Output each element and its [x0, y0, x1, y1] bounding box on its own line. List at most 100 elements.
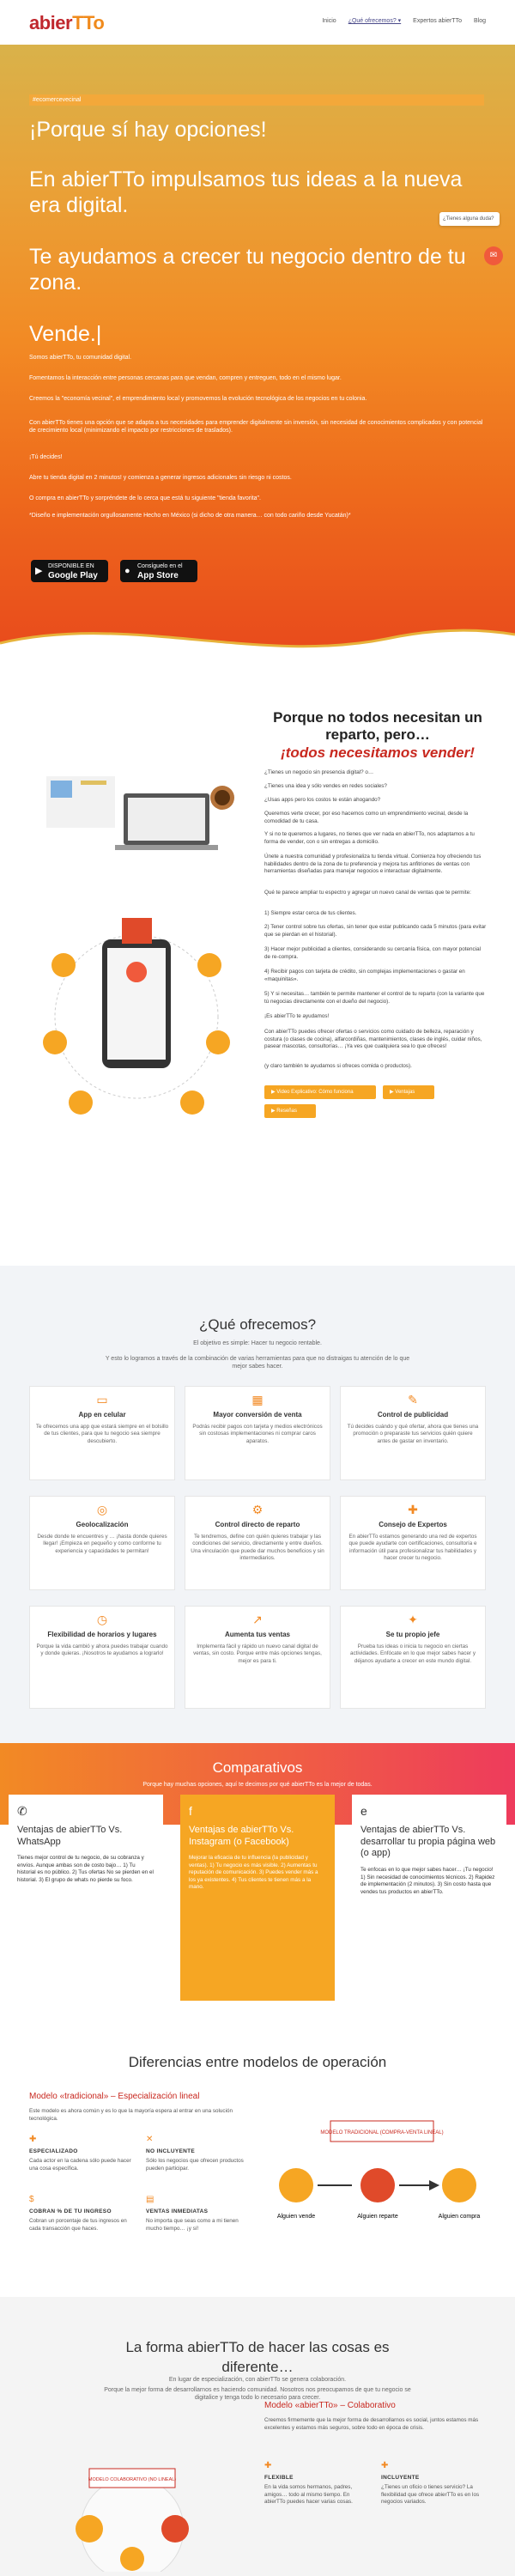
comparison-instagram: f Ventajas de abierTTo Vs. Instagram (o … — [180, 1795, 335, 2001]
offer-card: ▦ Mayor conversión de venta Podrás recib… — [185, 1386, 330, 1480]
section2-line: Qué te parece ampliar tu espectro y agre… — [264, 890, 471, 896]
card-payment-icon: ▦ — [251, 1393, 264, 1406]
offer-card: ✚ Consejo de Expertos En abierTTo estamo… — [340, 1496, 486, 1590]
comparisons-section: Comparativos Porque hay muchas opciones,… — [0, 1743, 515, 2022]
abiertto-way-title: La forma abierTTo de hacer las cosas es d… — [125, 2339, 390, 2375]
feature-item: ✕ NO INCLUYENTE Sólo los negocios que of… — [146, 2134, 249, 2172]
section2-line: 4) Recibir pagos con tarjeta de crédito,… — [264, 969, 465, 982]
hero-heading-1: ¡Porque sí hay opciones! — [29, 118, 267, 142]
offerings-sub-1: El objetivo es simple: Hacer tu negocio … — [193, 1340, 322, 1346]
traditional-diagram-title: MODELO TRADICIONAL (COMPRA-VENTA LINEAL) — [320, 2130, 443, 2136]
boss-icon: ✦ — [408, 1613, 418, 1626]
feature-item: ✚ INCLUYENTE ¿Tienes un oficio o tienes … — [381, 2460, 484, 2506]
comparisons-title: Comparativos — [212, 1759, 303, 1776]
hero-kicker: #ecomercevecinal — [29, 94, 484, 106]
offer-card: ↗ Aumenta tus ventas Implementa fácil y … — [185, 1606, 330, 1709]
offer-card: ✦ Se tu propio jefe Prueba tus ideas o i… — [340, 1606, 486, 1709]
comparison-whatsapp: ✆ Ventajas de abierTTo Vs. WhatsApp Tien… — [9, 1795, 163, 2001]
growth-icon: ↗ — [252, 1613, 263, 1626]
hero-text-8: *Diseño e implementación orgullosamente … — [29, 513, 351, 519]
nav-links: Inicio ¿Qué ofrecemos? ▾ Expertos abierT… — [322, 17, 486, 25]
traditional-model-diagram: MODELO TRADICIONAL (COMPRA-VENTA LINEAL)… — [277, 2120, 481, 2220]
site-logo[interactable]: abierTTo — [29, 10, 105, 36]
plus-icon: ✚ — [264, 2461, 272, 2470]
nav-link-blog[interactable]: Blog — [474, 17, 486, 25]
offer-card: ◷ Flexibilidad de horarios y lugares Por… — [29, 1606, 175, 1709]
hero-text-1: Somos abierTTo, tu comunidad digital. — [29, 355, 132, 361]
collaborative-diagram-title: MODELO COLABORATIVO (NO LINEAL) — [88, 2477, 176, 2482]
offer-card: ◎ Geolocalización Desde donde te encuent… — [29, 1496, 175, 1590]
section2-line: 2) Tener control sobre tus ofertas, sin … — [264, 924, 487, 938]
nav-link-que-ofrecemos[interactable]: ¿Qué ofrecemos? ▾ — [348, 17, 401, 25]
hero-text-3: Creemos la "economía vecinal", el empren… — [29, 396, 367, 402]
offerings-sub-2: Y esto lo logramos a través de la combin… — [105, 1356, 410, 1370]
abiertto-way-sub-1: En lugar de especialización, con abierTT… — [168, 2377, 347, 2383]
hero-wave-divider — [0, 629, 515, 665]
operation-models-section: Diferencias entre modelos de operación M… — [0, 2022, 515, 2297]
section2-line: ¡Es abierTTo te ayudamos! — [264, 1013, 330, 1019]
apple-icon: ● — [124, 566, 130, 576]
section2-line: (y claro también te ayudamos si ofreces … — [264, 1063, 412, 1069]
offer-card: ✎ Control de publicidad Tú decides cuánd… — [340, 1386, 486, 1480]
section2-line: ¿Usas apps pero los costos te están ahog… — [264, 797, 381, 803]
clock-icon: ◷ — [96, 1613, 108, 1626]
feature-item: $ COBRAN % DE TU INGRESO Cobran un porce… — [29, 2194, 132, 2233]
hero-text-7: O compra en abierTTo y sorpréndete de lo… — [29, 495, 261, 501]
hero-heading-2: En abierTTo impulsamos tus ideas a la nu… — [29, 167, 463, 217]
app-store-badge[interactable]: ● Consíguelo en el App Store — [120, 560, 197, 582]
hero-section: #ecomercevecinal ¡Porque sí hay opciones… — [0, 45, 515, 665]
sales-icon: ▤ — [146, 2195, 154, 2204]
section2-line: ¿Tienes una idea y sólo vendes en redes … — [264, 783, 387, 789]
nav-link-inicio[interactable]: Inicio — [322, 17, 336, 25]
hero-text-4: Con abierTTo tienes una opción que se ad… — [29, 420, 483, 434]
section2-title: Porque no todos necesitan un reparto, pe… — [273, 709, 482, 761]
diagram-label-vende: Alguien vende — [277, 2214, 315, 2220]
web-icon: e — [360, 1804, 367, 1818]
diagram-label-compra: Alguien compra — [439, 2214, 481, 2220]
business-illustration — [43, 776, 234, 1115]
facebook-icon: f — [189, 1804, 192, 1818]
hero-heading-3: Te ayudamos a crecer tu negocio dentro d… — [29, 245, 466, 295]
nav-link-expertos[interactable]: Expertos abierTTo — [413, 17, 462, 25]
traditional-intro: Este modelo es ahora común y es lo que l… — [29, 2108, 233, 2122]
collaborative-intro: Creemos firmemente que la mejor forma de… — [264, 2417, 479, 2431]
hero-text-2: Fomentamos la interacción entre personas… — [29, 375, 342, 381]
section2-line: Y si no te queremos a lugares, no tienes… — [264, 831, 475, 845]
chat-prompt[interactable]: ¿Tienes alguna duda? — [439, 212, 500, 226]
section2-line: 3) Hacer mejor publicidad a clientes, co… — [264, 946, 482, 960]
ventajas-button[interactable]: ▶ Ventajas — [383, 1085, 434, 1099]
collaborative-model-title: Modelo «abierTTo» – Colaborativo — [264, 2401, 396, 2410]
feature-item: ▤ VENTAS INMEDIATAS No importa que seas … — [146, 2194, 249, 2233]
google-play-icon: ▶ — [35, 566, 43, 576]
feature-item: ✚ FLEXIBLE En la vida somos hermanos, pa… — [264, 2460, 367, 2506]
comparison-website: e Ventajas de abierTTo Vs. desarrollar t… — [352, 1795, 506, 2001]
video-explainer-button[interactable]: ▶ Video Explicativo: Cómo funciona — [264, 1085, 376, 1099]
pencil-icon: ✎ — [408, 1393, 418, 1406]
plus-icon: ✚ — [29, 2135, 37, 2144]
offer-card: ▭ App en celular Te ofrecemos una app qu… — [29, 1386, 175, 1480]
google-play-badge[interactable]: ▶ DISPONIBLE EN Google Play — [31, 560, 108, 582]
chat-bubble-icon[interactable]: ✉ — [484, 246, 503, 265]
why-sell-section: Porque no todos necesitan un reparto, pe… — [0, 665, 515, 1266]
hero-text-5: ¡Tú decides! — [29, 454, 63, 460]
section2-line: Queremos verte crecer, por eso hacemos c… — [264, 811, 469, 824]
models-title: Diferencias entre modelos de operación — [128, 2054, 387, 2070]
section2-line: Únete a nuestra comunidad y profesionali… — [264, 854, 482, 874]
offer-card: ⚙ Control directo de reparto Te tendremo… — [185, 1496, 330, 1590]
section2-line: 1) Siempre estar cerca de tus clientes. — [264, 910, 357, 916]
collaborative-model-diagram: MODELO COLABORATIVO (NO LINEAL) — [76, 2468, 189, 2572]
cross-icon: ✕ — [146, 2135, 154, 2144]
plus-icon: ✚ — [381, 2461, 389, 2470]
section2-line: 5) Y si necesitas… también te permite ma… — [264, 991, 485, 1005]
offerings-title: ¿Qué ofrecemos? — [198, 1316, 317, 1333]
offerings-section: ¿Qué ofrecemos? El objetivo es simple: H… — [0, 1266, 515, 1743]
dollar-icon: $ — [29, 2195, 34, 2204]
comparisons-sub: Porque hay muchas opciones, aquí te deci… — [142, 1782, 373, 1788]
traditional-model-title: Modelo «tradicional» – Especialización l… — [29, 2092, 200, 2101]
resenas-button[interactable]: ▶ Reseñas — [264, 1104, 316, 1118]
diagram-label-reparte: Alguien reparte — [357, 2214, 398, 2220]
hero-text-6: Abre tu tienda digital en 2 minutos! y c… — [29, 475, 292, 481]
whatsapp-icon: ✆ — [17, 1804, 27, 1818]
experts-icon: ✚ — [408, 1503, 418, 1516]
abiertto-way-section: La forma abierTTo de hacer las cosas es d… — [0, 2297, 515, 2576]
